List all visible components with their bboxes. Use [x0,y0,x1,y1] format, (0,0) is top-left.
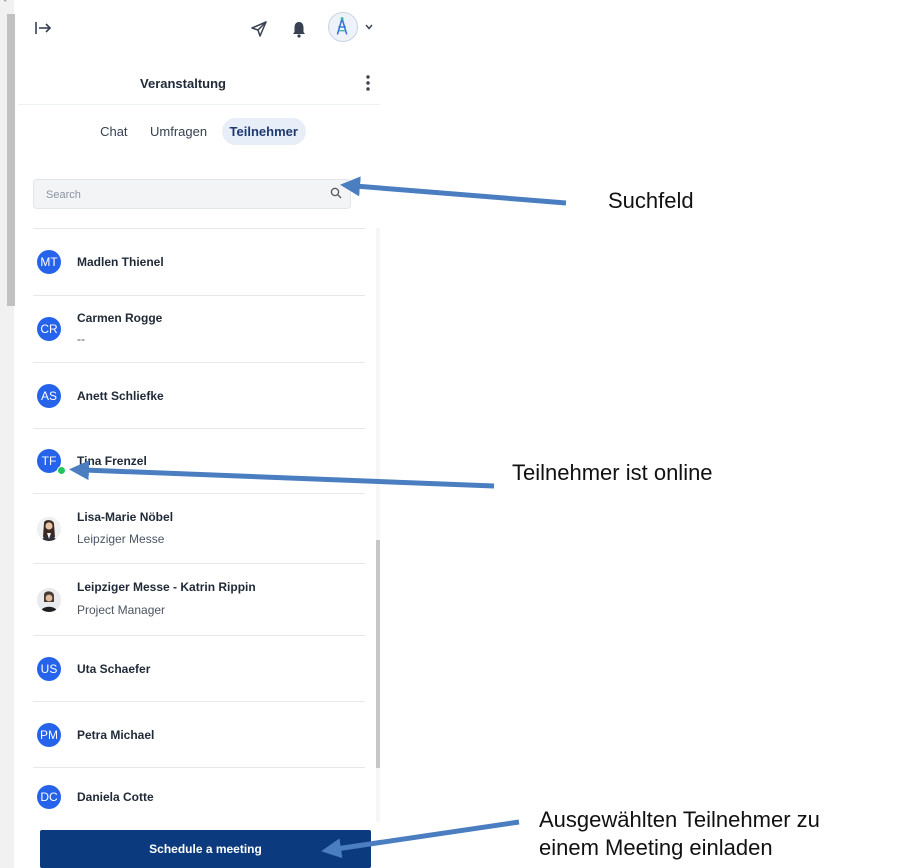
event-side-panel: Veranstaltung Chat Umfragen Teilnehmer S… [18,0,380,868]
participant-row[interactable]: CR Carmen Rogge -- [33,296,365,363]
participant-photo [37,588,61,612]
search-input[interactable] [46,186,316,204]
kebab-menu-icon[interactable] [366,74,370,92]
user-avatar-button[interactable] [328,12,358,42]
invite-annotation-label-line2: einem Meeting einladen [539,835,773,860]
participant-avatar: PM [37,723,61,747]
search-box [33,179,351,209]
participant-subtitle: Leipziger Messe [77,532,165,546]
participant-row[interactable]: PM Petra Michael [33,702,365,768]
participant-name: Carmen Rogge [77,311,163,325]
participant-row[interactable]: DC Daniela Cotte [33,768,365,822]
participant-list: MT Madlen Thienel CR Carmen Rogge -- AS … [33,228,380,822]
online-annotation-label: Teilnehmer ist online [512,460,713,485]
participant-avatar: DC [37,785,61,809]
participant-photo [37,517,61,541]
page-scrollbar[interactable]: ˆ [0,0,15,868]
participant-avatar: MT [37,250,61,274]
participant-avatar: US [37,657,61,681]
participant-name: Tina Frenzel [77,454,147,468]
tab-chat[interactable]: Chat [92,118,135,145]
tab-teilnehmer[interactable]: Teilnehmer [221,118,306,145]
person-photo-icon [37,517,61,541]
collapse-panel-icon[interactable] [34,18,54,38]
participant-list-scrollbar[interactable] [376,228,380,822]
participant-row[interactable]: Leipziger Messe - Katrin Rippin Project … [33,564,365,636]
participant-name: Petra Michael [77,728,155,742]
participant-row[interactable]: AS Anett Schliefke [33,363,365,429]
scroll-up-icon[interactable]: ˆ [3,0,8,10]
participant-avatar: CR [37,317,61,341]
participant-name: Uta Schaefer [77,662,151,676]
page-scrollbar-thumb[interactable] [7,14,15,306]
participant-list-scrollbar-thumb[interactable] [376,540,380,768]
logo-avatar-icon [336,17,348,35]
chevron-down-icon[interactable] [364,22,374,32]
participant-name: Madlen Thienel [77,255,164,269]
participant-avatar: AS [37,384,61,408]
search-annotation-arrow [340,176,567,206]
page: ˆ Veranstaltung Chat Umfragen Teilnehmer… [0,0,921,868]
participant-row[interactable]: Lisa-Marie Nöbel Leipziger Messe [33,494,365,564]
top-toolbar [18,0,380,60]
event-title-bar: Veranstaltung [18,62,380,105]
participant-name: Anett Schliefke [77,389,164,403]
participant-row[interactable]: US Uta Schaefer [33,636,365,702]
search-annotation-label: Suchfeld [608,188,694,213]
participant-subtitle: Project Manager [77,603,166,617]
send-icon[interactable] [250,20,268,38]
participant-name: Lisa-Marie Nöbel [77,510,174,524]
invite-annotation-label-line1: Ausgewählten Teilnehmer zu [539,807,820,832]
participant-name: Daniela Cotte [77,790,154,804]
tab-umfragen[interactable]: Umfragen [142,118,215,145]
person-photo-icon [37,588,61,612]
page-title: Veranstaltung [140,76,226,91]
participant-row[interactable]: MT Madlen Thienel [33,229,365,296]
panel-tabs: Chat Umfragen Teilnehmer [18,118,380,148]
online-status-indicator [57,466,66,475]
participant-name: Leipziger Messe - Katrin Rippin [77,580,256,594]
participant-subtitle: -- [77,332,85,346]
search-icon[interactable] [330,187,342,199]
bell-icon[interactable] [291,20,307,38]
participant-row[interactable]: TF Tina Frenzel [33,429,365,494]
schedule-meeting-button[interactable]: Schedule a meeting [40,830,371,868]
